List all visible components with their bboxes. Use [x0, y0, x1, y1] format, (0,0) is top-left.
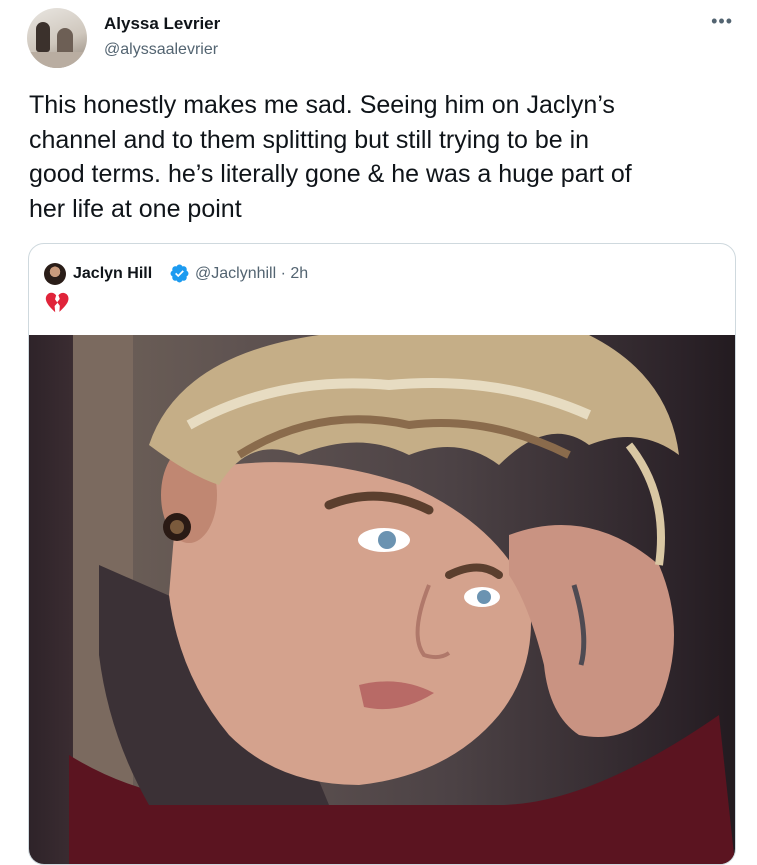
- tweet-text: This honestly makes me sad. Seeing him o…: [29, 91, 632, 223]
- avatar-ground: [27, 52, 87, 68]
- portrait-illustration: [69, 335, 735, 864]
- broken-heart-icon: [45, 292, 69, 313]
- author-avatar[interactable]: [27, 8, 87, 68]
- iris: [378, 531, 396, 549]
- avatar-figure: [36, 22, 50, 52]
- tweet: Alyssa Levrier @alyssaalevrier ••• This …: [0, 0, 757, 865]
- author-display-name[interactable]: Alyssa Levrier: [104, 14, 220, 34]
- quote-author-avatar[interactable]: [44, 263, 66, 285]
- quote-author-name[interactable]: Jaclyn Hill: [73, 264, 152, 284]
- quoted-tweet-photo[interactable]: [29, 335, 735, 864]
- author-handle[interactable]: @alyssaalevrier: [104, 40, 218, 60]
- hand: [509, 525, 674, 737]
- quote-handle-time[interactable]: @Jaclynhill · 2h: [195, 264, 308, 284]
- iris: [477, 590, 491, 604]
- verified-badge-icon: [170, 264, 189, 283]
- quoted-tweet[interactable]: Jaclyn Hill @Jaclynhill · 2h: [28, 243, 736, 865]
- more-horizontal-icon[interactable]: •••: [711, 12, 733, 30]
- ear-plug-center: [170, 520, 184, 534]
